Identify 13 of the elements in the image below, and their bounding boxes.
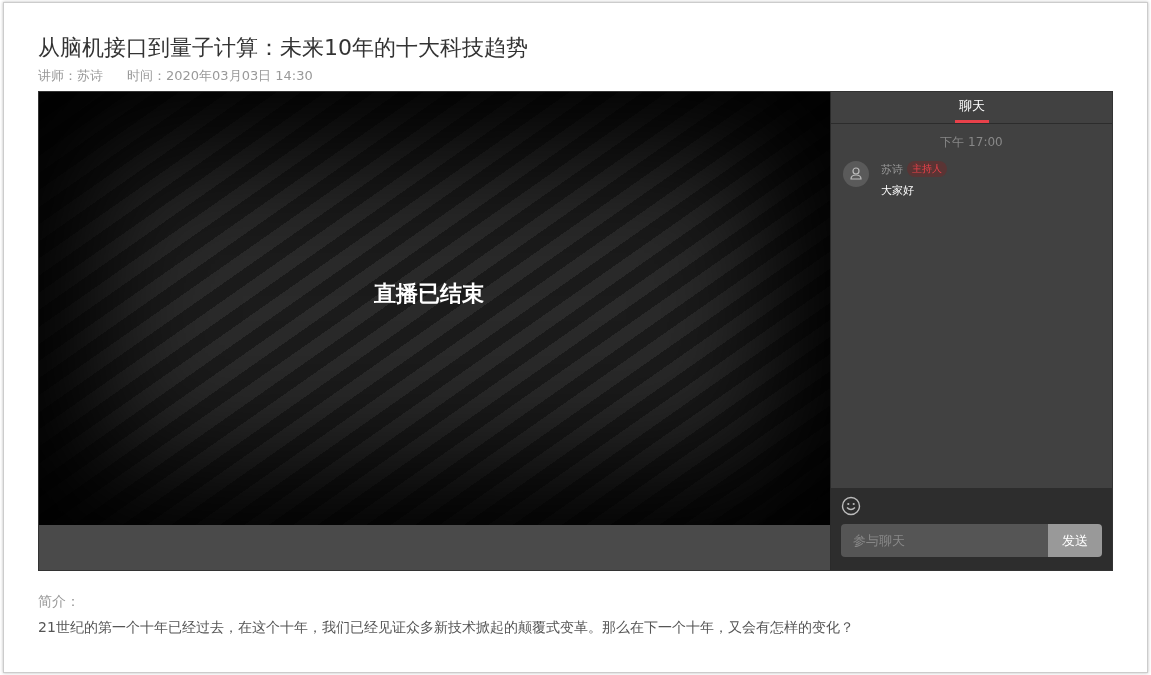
message-timestamp: 下午 17:00 [939,134,1004,151]
smiley-icon[interactable] [841,496,861,516]
intro-text: 21世纪的第一个十年已经过去，在这个十年，我们已经见证众多新技术掀起的颠覆式变革。那么在下一个十年，又会有怎样的变化？ [38,619,855,637]
lecturer-label: 讲师：苏诗 [38,67,103,85]
course-title: 从脑机接口到量子计算：未来10年的十大科技趋势 [38,34,529,62]
avatar-icon [843,161,869,187]
time-label: 时间：2020年03月03日 14:30 [127,67,313,85]
chat-tab[interactable]: 聊天 [954,92,989,123]
live-ended-message: 直播已结束 [373,279,484,308]
message-text: 大家好 [881,183,915,198]
intro-label: 简介： [38,593,81,611]
host-badge: 主持人 [907,161,947,177]
message-author: 苏诗 [881,161,903,177]
